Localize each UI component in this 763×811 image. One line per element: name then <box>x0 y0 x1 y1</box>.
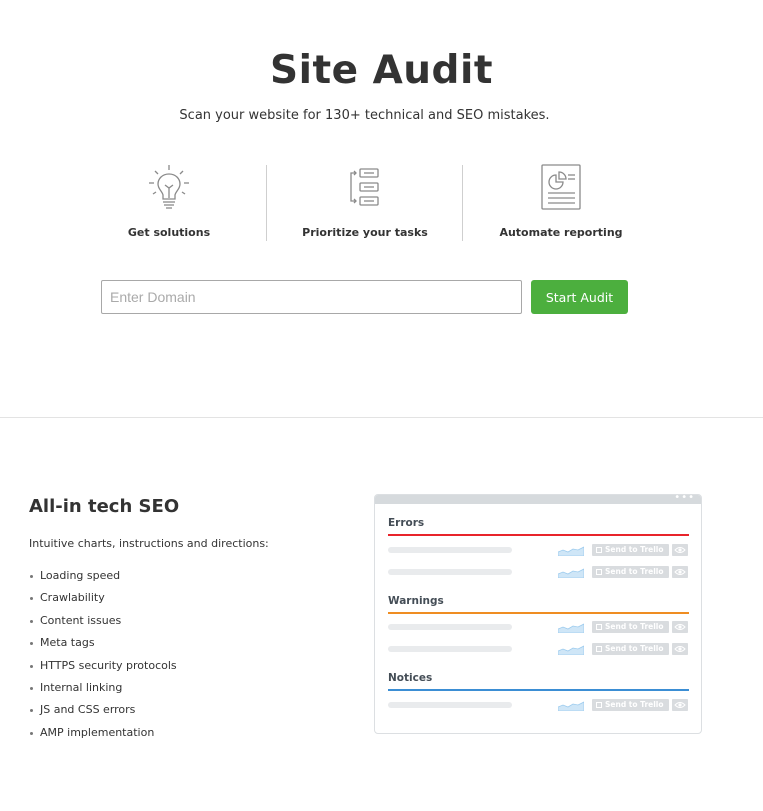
more-dots-icon: ••• <box>674 494 695 503</box>
page-subtitle: Scan your website for 130+ technical and… <box>179 108 550 123</box>
feature-label: Prioritize your tasks <box>302 226 428 239</box>
trello-label: Send to Trello <box>605 644 664 653</box>
page-title: Site Audit <box>269 48 493 93</box>
mockup-title-bar: ••• <box>375 495 701 504</box>
send-to-trello-button[interactable]: Send to Trello <box>592 566 669 578</box>
eye-icon[interactable] <box>672 544 688 556</box>
domain-input[interactable] <box>101 280 522 314</box>
trello-icon <box>596 624 602 630</box>
issue-row: Send to Trello <box>388 544 689 556</box>
sparkline-icon <box>558 645 584 655</box>
eye-icon[interactable] <box>672 566 688 578</box>
list-item: Crawlability <box>29 590 177 612</box>
feature-prioritize-tasks: Prioritize your tasks <box>267 163 463 243</box>
start-audit-button[interactable]: Start Audit <box>531 280 628 314</box>
list-item: Loading speed <box>29 568 177 590</box>
feature-label: Get solutions <box>127 226 211 239</box>
seo-feature-list: Loading speed Crawlability Content issue… <box>29 568 177 747</box>
issue-group-line <box>388 689 689 691</box>
placeholder-bar <box>388 646 512 652</box>
send-to-trello-button[interactable]: Send to Trello <box>592 643 669 655</box>
placeholder-bar <box>388 547 512 553</box>
send-to-trello-button[interactable]: Send to Trello <box>592 699 669 711</box>
placeholder-bar <box>388 702 512 708</box>
section-description: Intuitive charts, instructions and direc… <box>29 537 269 550</box>
list-item: AMP implementation <box>29 725 177 747</box>
eye-icon[interactable] <box>672 643 688 655</box>
section-divider <box>0 417 763 418</box>
trello-icon <box>596 702 602 708</box>
placeholder-bar <box>388 569 512 575</box>
task-list-icon <box>350 168 379 206</box>
feature-get-solutions: Get solutions <box>71 163 267 243</box>
trello-icon <box>596 547 602 553</box>
audit-report-mockup: ••• Errors Send to Trello Send to Trello Wa… <box>374 494 702 734</box>
list-item: Internal linking <box>29 680 177 702</box>
hero-section: Site Audit Scan your website for 130+ te… <box>0 0 763 418</box>
eye-icon[interactable] <box>672 621 688 633</box>
trello-label: Send to Trello <box>605 622 664 631</box>
sparkline-icon <box>558 623 584 633</box>
sparkline-icon <box>558 568 584 578</box>
issue-group-title: Errors <box>388 517 425 529</box>
issue-group-title: Notices <box>388 672 433 684</box>
section-title: All-in tech SEO <box>29 496 180 517</box>
trello-icon <box>596 569 602 575</box>
trello-icon <box>596 646 602 652</box>
issue-group-line <box>388 534 689 536</box>
sparkline-icon <box>558 546 584 556</box>
issue-row: Send to Trello <box>388 566 689 578</box>
placeholder-bar <box>388 624 512 630</box>
feature-automate-reporting: Automate reporting <box>463 163 659 243</box>
trello-label: Send to Trello <box>605 567 664 576</box>
report-icon <box>541 164 581 210</box>
lightbulb-icon <box>149 165 189 209</box>
issue-row: Send to Trello <box>388 621 689 633</box>
eye-icon[interactable] <box>672 699 688 711</box>
list-item: HTTPS security protocols <box>29 658 177 680</box>
send-to-trello-button[interactable]: Send to Trello <box>592 544 669 556</box>
issue-row: Send to Trello <box>388 643 689 655</box>
issue-row: Send to Trello <box>388 699 689 711</box>
trello-label: Send to Trello <box>605 700 664 709</box>
trello-label: Send to Trello <box>605 545 664 554</box>
issue-group-line <box>388 612 689 614</box>
sparkline-icon <box>558 701 584 711</box>
list-item: JS and CSS errors <box>29 702 177 724</box>
issue-group-title: Warnings <box>388 595 444 607</box>
feature-label: Automate reporting <box>499 226 623 239</box>
send-to-trello-button[interactable]: Send to Trello <box>592 621 669 633</box>
list-item: Meta tags <box>29 635 177 657</box>
features-row: Get solutions Prioritize your tasks Auto… <box>71 163 658 243</box>
list-item: Content issues <box>29 613 177 635</box>
